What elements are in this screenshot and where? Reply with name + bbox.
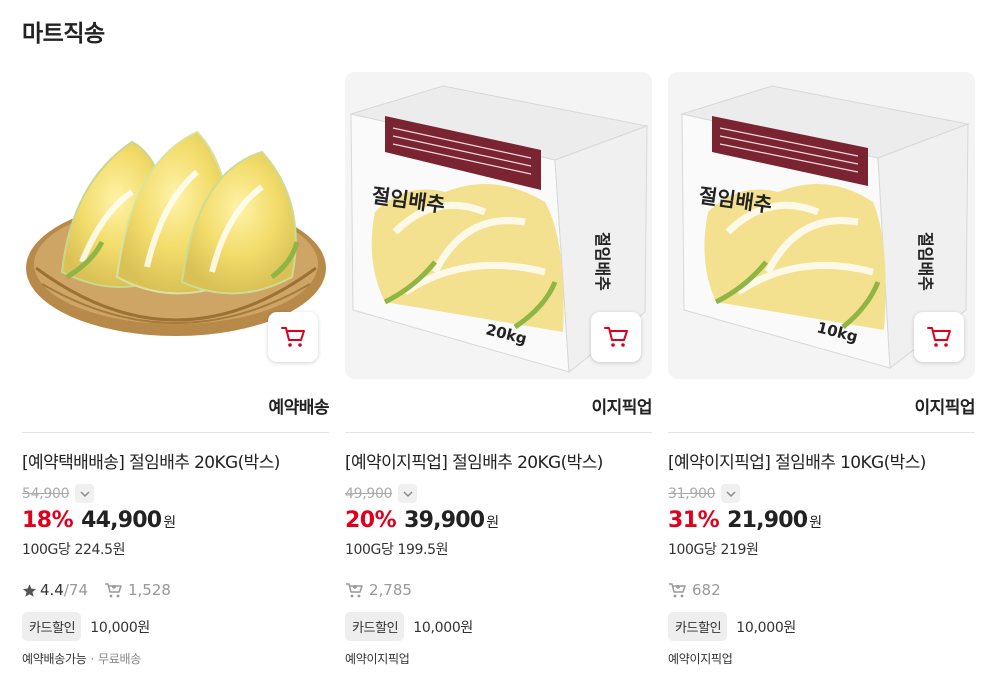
original-price: 49,900: [345, 485, 393, 502]
unit-price: 100G당 219원: [668, 542, 759, 558]
shipping-info: 예약이지픽업: [345, 650, 410, 667]
chevron-down-icon: [80, 491, 90, 497]
card-discount-value: 10,000원: [736, 619, 797, 636]
price-detail-toggle[interactable]: [721, 484, 741, 503]
buyer-count: 2,785: [345, 581, 412, 599]
currency: 원: [486, 515, 500, 531]
buyer-count-value: 682: [692, 581, 721, 599]
price-row: 18% 44,900 원: [22, 508, 176, 533]
buyers-cart-icon: [346, 582, 363, 597]
product-card[interactable]: 절임배추 절임배추 20kg 이지픽업 [예약이지픽업] 절임배추 20KG(박…: [345, 72, 652, 666]
cart-icon: [281, 327, 305, 347]
add-to-cart-button[interactable]: [914, 312, 964, 362]
original-price: 31,900: [668, 485, 716, 502]
unit-price: 100G당 224.5원: [22, 542, 126, 558]
buyers-cart-icon: [105, 582, 122, 597]
original-price: 54,900: [22, 485, 70, 502]
chevron-down-icon: [403, 491, 413, 497]
price-row: 31% 21,900 원: [668, 508, 822, 533]
product-image[interactable]: 절임배추 절임배추 10kg: [668, 72, 975, 379]
product-image[interactable]: 절임배추 절임배추 20kg: [345, 72, 652, 379]
divider: [345, 432, 652, 433]
discount-rate: 31%: [668, 508, 720, 533]
star-icon: [22, 583, 37, 598]
product-stats: 4.4 /74 1,528: [22, 581, 171, 599]
shipping-label: 예약배송가능: [22, 652, 87, 666]
product-card[interactable]: 예약배송 [예약택배배송] 절임배추 20KG(박스) 54,900 18% 4…: [22, 72, 329, 666]
rating: 4.4: [40, 581, 64, 599]
separator: ·: [90, 652, 94, 666]
shipping-info: 예약배송가능 · 무료배송: [22, 650, 141, 667]
svg-text:절임배추: 절임배추: [916, 232, 935, 291]
card-discount-value: 10,000원: [90, 619, 151, 636]
divider: [668, 432, 975, 433]
price-row: 20% 39,900 원: [345, 508, 499, 533]
free-shipping-label: 무료배송: [97, 652, 141, 666]
review-count[interactable]: /74: [64, 581, 88, 599]
price-detail-toggle[interactable]: [398, 484, 418, 503]
chevron-down-icon: [726, 491, 736, 497]
product-name[interactable]: [예약이지픽업] 절임배추 20KG(박스): [345, 448, 603, 473]
sale-price: 39,900: [404, 508, 485, 533]
product-card[interactable]: 절임배추 절임배추 10kg 이지픽업 [예약이지픽업] 절임배추 10KG(박…: [668, 72, 975, 666]
shipping-label: 예약이지픽업: [668, 652, 733, 666]
original-price-row: 31,900: [668, 484, 741, 503]
product-stats: 682: [668, 581, 721, 599]
add-to-cart-button[interactable]: [591, 312, 641, 362]
currency: 원: [809, 515, 823, 531]
product-name[interactable]: [예약이지픽업] 절임배추 10KG(박스): [668, 448, 926, 473]
card-discount-value: 10,000원: [413, 619, 474, 636]
original-price-row: 49,900: [345, 484, 418, 503]
sale-price: 21,900: [727, 508, 808, 533]
buyer-count: 1,528: [104, 581, 171, 599]
card-discount-row: 카드할인 10,000원: [22, 612, 150, 641]
unit-price: 100G당 199.5원: [345, 542, 449, 558]
card-discount-row: 카드할인 10,000원: [668, 612, 796, 641]
buyer-count-value: 2,785: [369, 581, 412, 599]
shipping-info: 예약이지픽업: [668, 650, 733, 667]
buyer-count: 682: [668, 581, 721, 599]
svg-text:절임배추: 절임배추: [593, 232, 612, 291]
cart-icon: [927, 327, 951, 347]
product-name[interactable]: [예약택배배송] 절임배추 20KG(박스): [22, 448, 280, 473]
delivery-type: 이지픽업: [591, 398, 652, 418]
section-title: 마트직송: [22, 21, 105, 47]
discount-rate: 18%: [22, 508, 74, 533]
currency: 원: [163, 515, 177, 531]
discount-rate: 20%: [345, 508, 397, 533]
product-stats: 2,785: [345, 581, 412, 599]
shipping-label: 예약이지픽업: [345, 652, 410, 666]
card-discount-badge: 카드할인: [345, 612, 405, 641]
buyers-cart-icon: [669, 582, 686, 597]
cart-icon: [604, 327, 628, 347]
card-discount-row: 카드할인 10,000원: [345, 612, 473, 641]
divider: [22, 432, 329, 433]
card-discount-badge: 카드할인: [668, 612, 728, 641]
delivery-type: 이지픽업: [914, 398, 975, 418]
price-detail-toggle[interactable]: [75, 484, 95, 503]
original-price-row: 54,900: [22, 484, 95, 503]
sale-price: 44,900: [81, 508, 162, 533]
delivery-type: 예약배송: [268, 398, 329, 418]
add-to-cart-button[interactable]: [268, 312, 318, 362]
buyer-count-value: 1,528: [128, 581, 171, 599]
card-discount-badge: 카드할인: [22, 612, 82, 641]
product-image[interactable]: [22, 72, 329, 379]
